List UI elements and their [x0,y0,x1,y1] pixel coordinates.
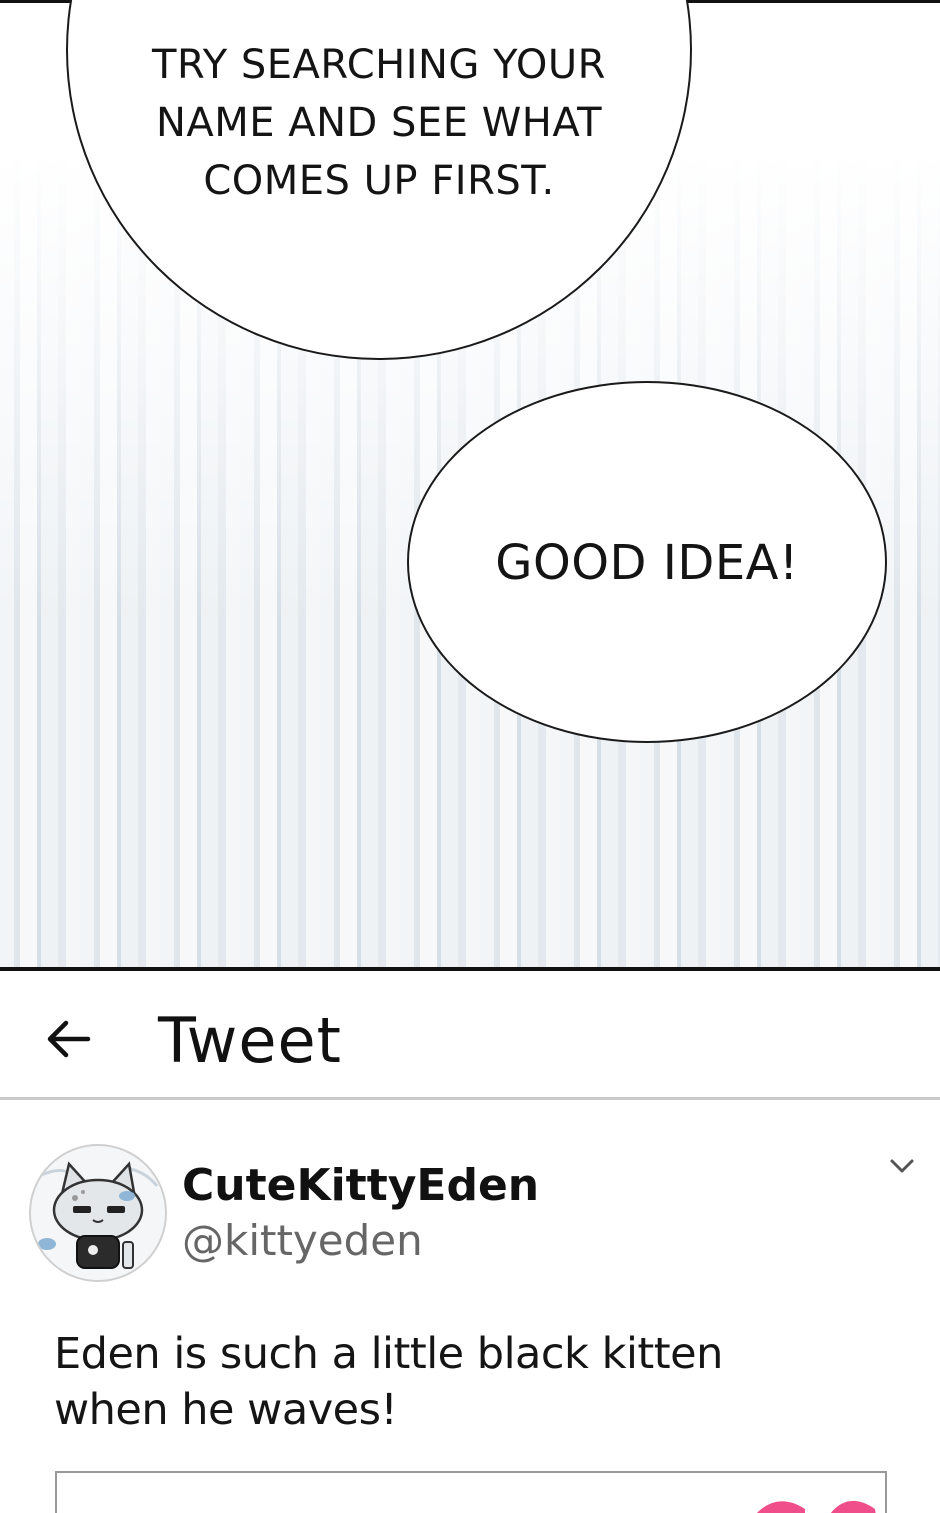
author-handle[interactable]: @kittyeden [182,1216,423,1265]
cat-avatar-icon [31,1146,165,1280]
speech-bubble-1-text: TRY SEARCHING YOUR NAME AND SEE WHAT COM… [152,42,606,204]
media-preview-graphic [757,1501,876,1513]
tweet-media-card[interactable] [55,1471,887,1513]
author-display-name[interactable]: CuteKittyEden [182,1160,539,1211]
avatar[interactable] [29,1144,167,1282]
chevron-down-icon[interactable] [886,1150,918,1182]
speech-bubble-2-text: GOOD IDEA! [495,535,799,591]
speech-bubble-2: GOOD IDEA! [407,381,887,743]
comic-panel: TRY SEARCHING YOUR NAME AND SEE WHAT COM… [0,0,940,970]
speech-bubble-1: TRY SEARCHING YOUR NAME AND SEE WHAT COM… [66,0,692,360]
arrow-left-icon[interactable] [44,1015,92,1063]
tweet-text: Eden is such a little black kitten when … [54,1329,723,1435]
tweet-header-bar [0,971,940,1100]
panel-top-border [0,0,80,3]
panel-top-border [668,0,940,3]
page-title: Tweet [158,1004,342,1077]
